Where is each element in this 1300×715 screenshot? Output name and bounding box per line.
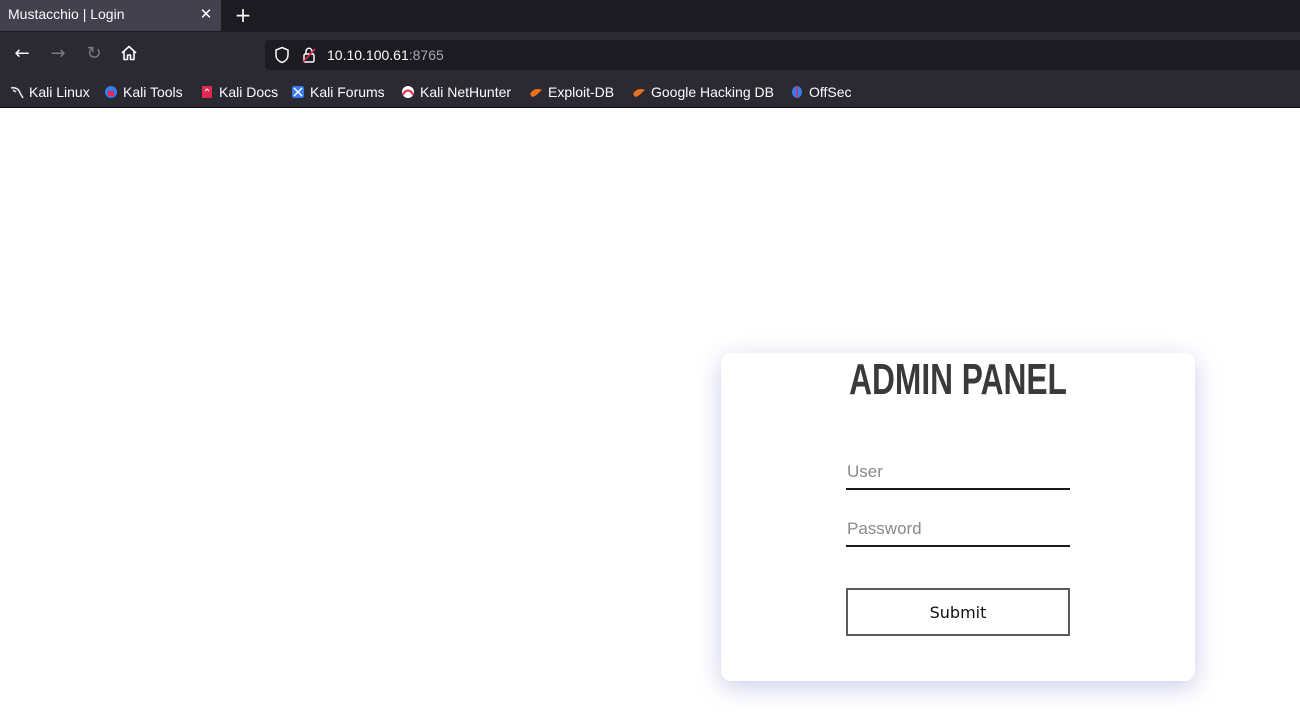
bookmark-label: Kali Tools — [123, 84, 183, 100]
bookmark-google-hacking-db[interactable]: Google Hacking DB — [632, 83, 774, 101]
ghdb-icon — [633, 89, 645, 97]
kali-forums-icon — [292, 86, 304, 98]
kali-docs-icon — [202, 86, 212, 98]
tab-strip: Mustacchio | Login ✕ + — [0, 0, 1300, 32]
tracking-protection-shield-icon[interactable] — [274, 46, 290, 64]
bookmark-label: Kali NetHunter — [420, 84, 512, 100]
new-tab-button[interactable]: + — [232, 4, 254, 26]
home-icon[interactable] — [119, 44, 139, 64]
close-tab-icon[interactable]: ✕ — [198, 5, 214, 23]
browser-tab-active[interactable]: Mustacchio | Login ✕ — [0, 0, 221, 31]
bookmark-offsec[interactable]: OffSec — [790, 83, 852, 101]
login-card: ADMIN PANEL Submit — [721, 353, 1195, 681]
bookmark-label: OffSec — [809, 84, 852, 100]
url-port: :8765 — [408, 47, 444, 63]
bookmark-label: Kali Linux — [29, 84, 90, 100]
bookmark-label: Google Hacking DB — [651, 84, 774, 100]
page-title: ADMIN PANEL — [849, 355, 1067, 404]
address-bar[interactable]: 10.10.100.61:8765 — [265, 40, 1300, 70]
insecure-lock-icon[interactable] — [301, 46, 317, 64]
home-glyph-icon — [121, 45, 137, 61]
navigation-toolbar: ← → ↻ 10.10.100.61:8765 — [0, 32, 1300, 76]
exploit-db-icon — [530, 89, 542, 97]
bookmark-kali-forums[interactable]: Kali Forums — [291, 83, 385, 101]
page-content: ADMIN PANEL Submit — [0, 108, 1300, 715]
forward-arrow-icon[interactable]: → — [48, 44, 68, 64]
bookmark-kali-nethunter[interactable]: Kali NetHunter — [401, 83, 511, 101]
kali-tools-icon — [105, 86, 117, 98]
tab-title: Mustacchio | Login — [8, 6, 125, 22]
username-input[interactable] — [846, 456, 1070, 490]
nethunter-icon — [402, 86, 414, 98]
kali-dragon-icon — [10, 86, 24, 99]
bookmark-kali-tools[interactable]: Kali Tools — [104, 83, 183, 101]
back-arrow-icon[interactable]: ← — [12, 44, 32, 64]
url-host: 10.10.100.61 — [327, 47, 409, 63]
url-text[interactable]: 10.10.100.61:8765 — [327, 47, 444, 63]
submit-button[interactable]: Submit — [846, 588, 1070, 636]
bookmark-label: Kali Docs — [219, 84, 279, 100]
offsec-icon — [792, 86, 802, 98]
password-input[interactable] — [846, 513, 1070, 547]
bookmark-label: Kali Forums — [310, 84, 385, 100]
bookmark-kali-linux[interactable]: Kali Linux — [10, 83, 90, 101]
bookmarks-toolbar: Kali Linux Kali Tools Kali Docs Kali For… — [0, 76, 1300, 108]
bookmark-kali-docs[interactable]: Kali Docs — [200, 83, 278, 101]
reload-icon[interactable]: ↻ — [84, 44, 104, 64]
bookmark-exploit-db[interactable]: Exploit-DB — [529, 83, 614, 101]
bookmark-label: Exploit-DB — [548, 84, 615, 100]
